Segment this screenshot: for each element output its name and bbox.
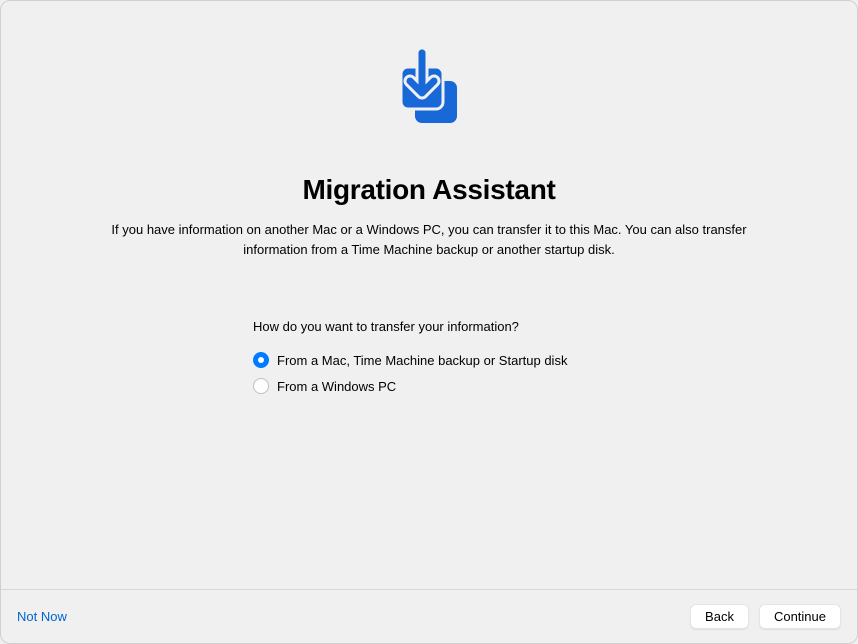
main-content: Migration Assistant If you have informat… [1,1,857,589]
transfer-question: How do you want to transfer your informa… [253,319,857,334]
transfer-radio-group: From a Mac, Time Machine backup or Start… [253,352,857,394]
radio-option-mac[interactable]: From a Mac, Time Machine backup or Start… [253,352,857,368]
page-description: If you have information on another Mac o… [89,220,769,259]
back-button[interactable]: Back [690,604,749,629]
radio-option-windows[interactable]: From a Windows PC [253,378,857,394]
footer-bar: Not Now Back Continue [1,589,857,643]
transfer-options-section: How do you want to transfer your informa… [1,319,857,394]
radio-button-mac[interactable] [253,352,269,368]
continue-button[interactable]: Continue [759,604,841,629]
page-title: Migration Assistant [302,174,555,206]
migration-icon [379,49,479,154]
footer-buttons: Back Continue [690,604,841,629]
radio-button-windows[interactable] [253,378,269,394]
radio-label-windows: From a Windows PC [277,379,396,394]
migration-assistant-window: Migration Assistant If you have informat… [0,0,858,644]
radio-label-mac: From a Mac, Time Machine backup or Start… [277,353,567,368]
not-now-link[interactable]: Not Now [17,609,67,624]
